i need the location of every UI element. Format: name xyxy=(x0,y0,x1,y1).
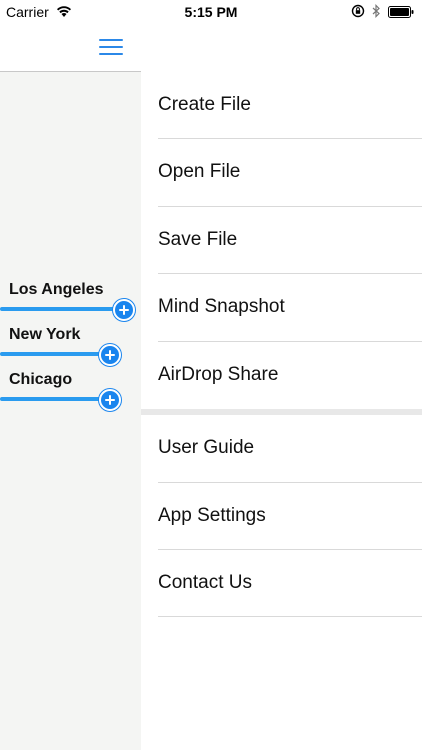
mind-map-node[interactable]: Los Angeles xyxy=(0,281,141,321)
menu-item-app-settings[interactable]: App Settings xyxy=(141,483,422,550)
add-node-icon[interactable] xyxy=(99,389,121,411)
menu-item-label: Open File xyxy=(158,161,241,182)
menu-divider xyxy=(158,616,422,617)
battery-icon xyxy=(388,6,414,18)
menu-item-user-guide[interactable]: User Guide xyxy=(141,415,422,482)
add-node-icon[interactable] xyxy=(99,344,121,366)
mind-map-node[interactable]: New York xyxy=(0,326,141,366)
menu-item-label: Create File xyxy=(158,94,251,115)
side-menu: Create File Open File Save File Mind Sna… xyxy=(141,72,422,750)
menu-item-contact-us[interactable]: Contact Us xyxy=(141,550,422,617)
node-connector xyxy=(0,352,104,356)
menu-item-label: Mind Snapshot xyxy=(158,296,285,317)
menu-item-airdrop-share[interactable]: AirDrop Share xyxy=(141,342,422,409)
node-label: Chicago xyxy=(9,371,73,388)
menu-item-mind-snapshot[interactable]: Mind Snapshot xyxy=(141,274,422,341)
menu-item-open-file[interactable]: Open File xyxy=(141,139,422,206)
menu-item-label: Save File xyxy=(158,229,238,250)
menu-item-label: AirDrop Share xyxy=(158,364,279,385)
menu-item-label: User Guide xyxy=(158,437,255,458)
bluetooth-icon xyxy=(372,4,380,18)
node-label: New York xyxy=(9,326,81,343)
rotation-lock-icon xyxy=(351,4,365,18)
menu-item-create-file[interactable]: Create File xyxy=(141,72,422,139)
mind-map-panel[interactable]: Los Angeles New York Chicago xyxy=(0,72,141,750)
menu-item-label: App Settings xyxy=(158,505,266,526)
add-node-icon[interactable] xyxy=(113,299,135,321)
node-connector xyxy=(0,307,118,311)
mind-map-node[interactable]: Chicago xyxy=(0,371,141,411)
status-bar: Carrier 5:15 PM xyxy=(0,0,422,24)
menu-item-save-file[interactable]: Save File xyxy=(141,207,422,274)
nav-bar xyxy=(0,24,422,72)
hamburger-icon[interactable] xyxy=(99,37,123,57)
menu-item-label: Contact Us xyxy=(158,572,252,593)
node-label: Los Angeles xyxy=(9,281,104,298)
node-connector xyxy=(0,397,104,401)
